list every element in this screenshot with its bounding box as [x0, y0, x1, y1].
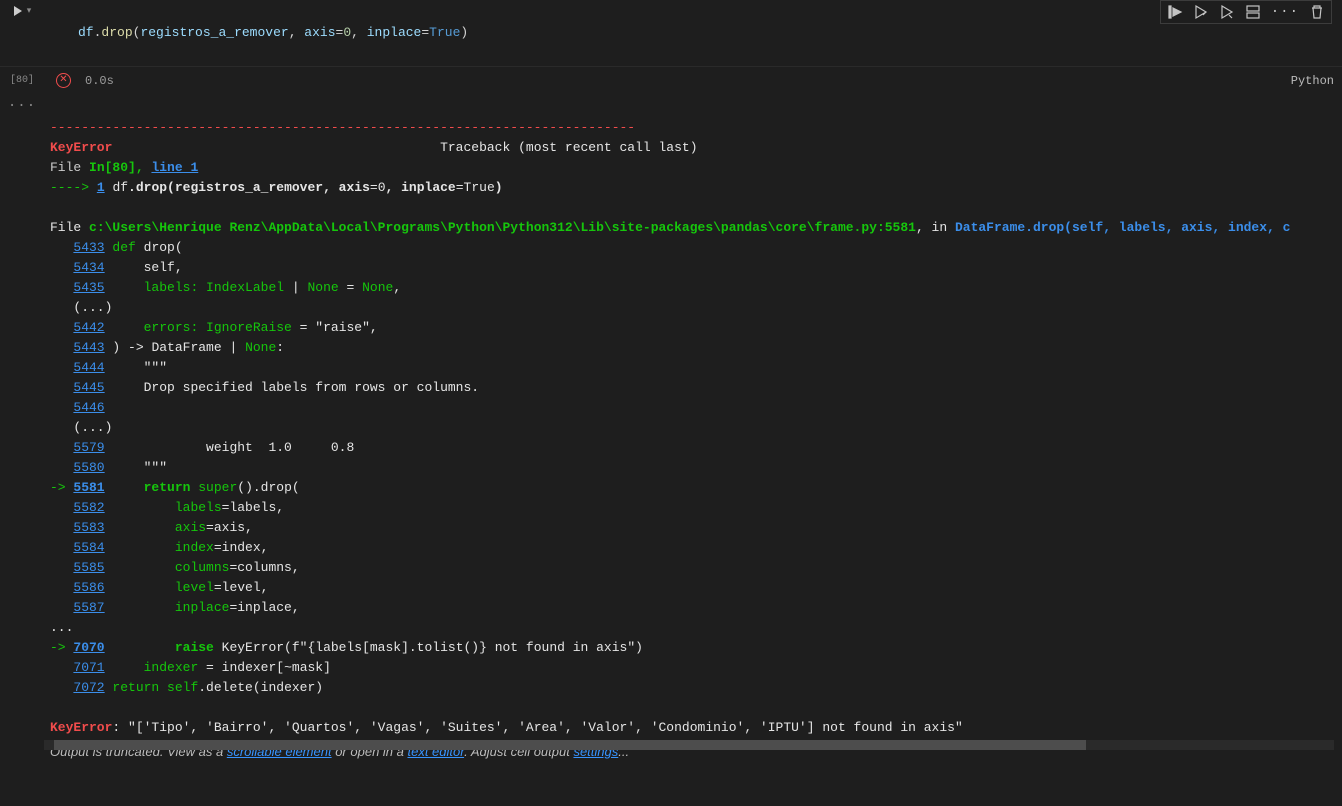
traceback-line-link[interactable]: 5444	[73, 360, 104, 375]
traceback-line-link[interactable]: 5580	[73, 460, 104, 475]
traceback-line-link[interactable]: 5442	[73, 320, 104, 335]
code-editor[interactable]: df.drop(registros_a_remover, axis=0, inp…	[44, 0, 1342, 66]
horizontal-scrollbar[interactable]	[44, 740, 1334, 750]
execution-time: 0.0s	[85, 74, 114, 88]
cell-gutter: ▾	[0, 0, 44, 66]
output-gutter[interactable]: ···	[0, 94, 44, 806]
traceback-line-link[interactable]: 5446	[73, 400, 104, 415]
code-cell: ▾ df.drop(registros_a_remover, axis=0, i…	[0, 0, 1342, 66]
traceback-line-link[interactable]: 7071	[73, 660, 104, 675]
traceback-line-link[interactable]: 5582	[73, 500, 104, 515]
traceback-line-link[interactable]: 5445	[73, 380, 104, 395]
code-token: df	[78, 25, 94, 40]
traceback-line-link[interactable]: 5435	[73, 280, 104, 295]
traceback-line-link[interactable]: 5587	[73, 600, 104, 615]
traceback-line-link[interactable]: 1	[97, 180, 105, 195]
traceback-line-link[interactable]: 5583	[73, 520, 104, 535]
traceback-line-link[interactable]: 5585	[73, 560, 104, 575]
traceback-line-link[interactable]: 5579	[73, 440, 104, 455]
error-name: KeyError	[50, 720, 112, 735]
traceback-line-link[interactable]: 5433	[73, 240, 104, 255]
traceback-function: DataFrame.drop(self, labels, axis, index…	[955, 220, 1290, 235]
execution-status-row: [80] ✕ 0.0s Python	[0, 66, 1342, 94]
cell-language-label[interactable]: Python	[1291, 74, 1334, 88]
cell-output-row: ··· ------------------------------------…	[0, 94, 1342, 806]
traceback-line-link[interactable]: 7072	[73, 680, 104, 695]
traceback-line-link[interactable]: 7070	[73, 640, 104, 655]
traceback-line-link[interactable]: 5434	[73, 260, 104, 275]
run-cell-button[interactable]: ▾	[13, 6, 32, 16]
error-message: : "['Tipo', 'Bairro', 'Quartos', 'Vagas'…	[112, 720, 962, 735]
traceback-line-link[interactable]: 5581	[73, 480, 104, 495]
traceback-file-path: c:\Users\Henrique Renz\AppData\Local\Pro…	[89, 220, 916, 235]
execution-count: [80]	[0, 75, 44, 86]
traceback-line-link[interactable]: 5586	[73, 580, 104, 595]
error-status-icon: ✕	[56, 73, 71, 88]
traceback-line-link[interactable]: 5584	[73, 540, 104, 555]
cell-output[interactable]: ----------------------------------------…	[44, 94, 1342, 806]
traceback-line-link[interactable]: 5443	[73, 340, 104, 355]
traceback-cell-line-link[interactable]: line 1	[151, 160, 198, 175]
scrollbar-thumb[interactable]	[54, 740, 1086, 750]
